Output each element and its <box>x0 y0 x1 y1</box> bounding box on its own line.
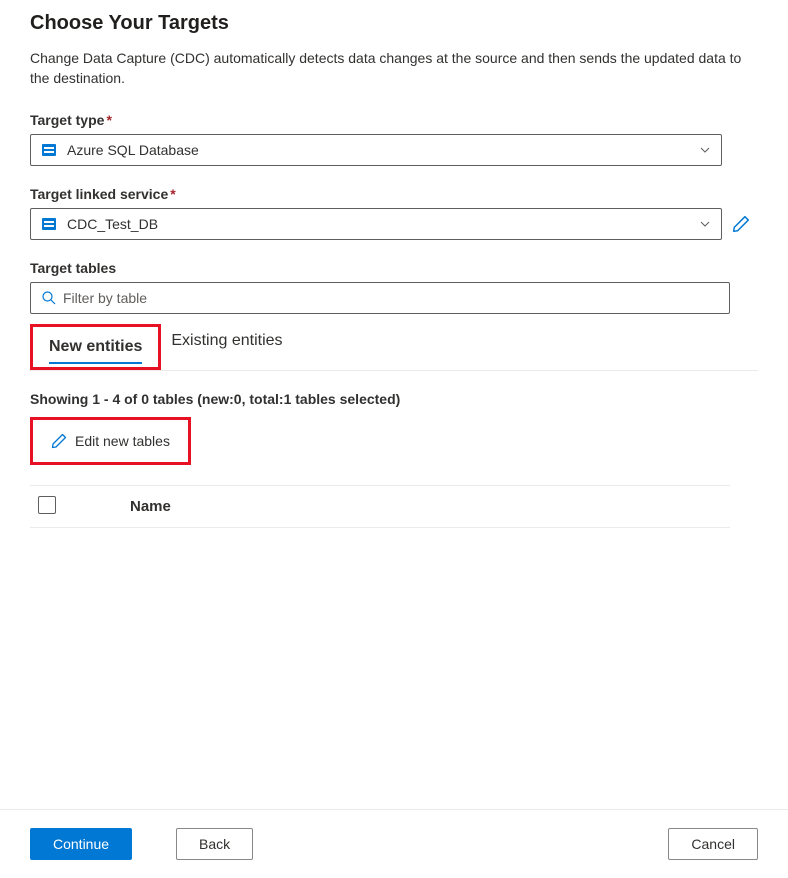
target-type-dropdown[interactable]: Azure SQL Database <box>30 134 722 166</box>
search-icon <box>41 290 57 306</box>
target-type-value: Azure SQL Database <box>67 142 699 158</box>
tab-existing-entities[interactable]: Existing entities <box>161 324 292 370</box>
cancel-button[interactable]: Cancel <box>668 828 758 860</box>
footer-bar: Continue Back Cancel <box>0 809 788 878</box>
tab-new-entities[interactable]: New entities <box>39 330 152 364</box>
highlight-new-entities: New entities <box>30 324 161 370</box>
sql-database-icon <box>41 142 57 158</box>
target-tables-label: Target tables <box>30 260 758 276</box>
edit-linked-service-icon[interactable] <box>732 215 750 233</box>
edit-new-tables-label: Edit new tables <box>75 433 170 449</box>
chevron-down-icon <box>699 144 711 156</box>
table-header-row: Name <box>30 485 730 528</box>
filter-input-wrap[interactable] <box>30 282 730 314</box>
column-header-name[interactable]: Name <box>130 498 171 515</box>
sql-database-icon <box>41 216 57 232</box>
target-linked-service-dropdown[interactable]: CDC_Test_DB <box>30 208 722 240</box>
select-all-checkbox[interactable] <box>38 496 56 514</box>
page-description: Change Data Capture (CDC) automatically … <box>30 49 758 88</box>
back-button[interactable]: Back <box>176 828 253 860</box>
target-type-label: Target type* <box>30 112 758 128</box>
showing-count: Showing 1 - 4 of 0 tables (new:0, total:… <box>30 391 758 407</box>
filter-table-input[interactable] <box>63 290 719 306</box>
entity-tabs: New entities Existing entities <box>30 324 758 371</box>
edit-new-tables-button[interactable]: Edit new tables <box>39 423 182 459</box>
continue-button[interactable]: Continue <box>30 828 132 860</box>
target-linked-service-label: Target linked service* <box>30 186 758 202</box>
pencil-icon <box>51 433 67 449</box>
target-linked-service-value: CDC_Test_DB <box>67 216 699 232</box>
highlight-edit-new-tables: Edit new tables <box>30 417 191 465</box>
page-title: Choose Your Targets <box>30 12 758 35</box>
chevron-down-icon <box>699 218 711 230</box>
